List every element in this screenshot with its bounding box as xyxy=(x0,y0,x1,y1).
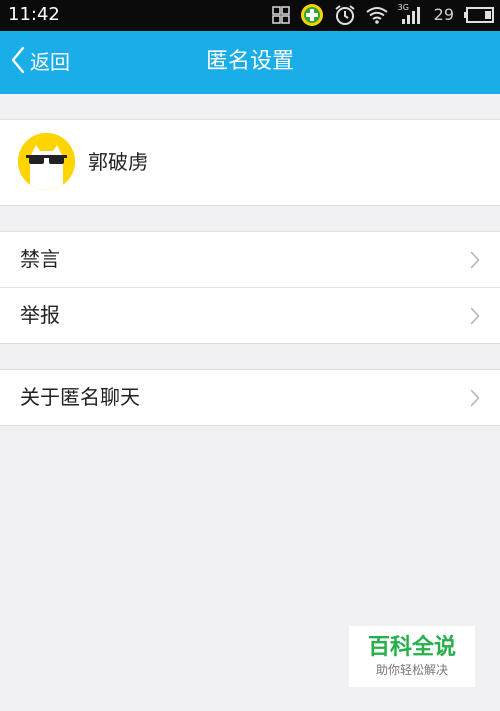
about-anonymous-chat-row[interactable]: 关于匿名聊天 xyxy=(0,370,500,425)
menu-group-moderation: 禁言 举报 xyxy=(0,231,500,344)
battery-level: 29 xyxy=(433,5,454,24)
watermark-subtitle: 助你轻松解决 xyxy=(375,663,448,677)
wifi-icon xyxy=(366,6,388,24)
report-label: 举报 xyxy=(20,303,60,327)
status-icons: 3G 29 xyxy=(271,3,494,27)
sunglasses-cat-avatar xyxy=(18,133,75,190)
profile-card: 郭破虏 xyxy=(0,119,500,206)
watermark-title: 百科全说 xyxy=(367,635,456,660)
chevron-right-icon xyxy=(470,251,480,269)
report-row[interactable]: 举报 xyxy=(0,288,500,343)
profile-name: 郭破虏 xyxy=(88,150,148,174)
about-anonymous-chat-label: 关于匿名聊天 xyxy=(20,385,140,409)
signal-icon: 3G xyxy=(398,3,424,25)
watermark: 百科全说 助你轻松解决 xyxy=(349,626,475,687)
status-time: 11:42 xyxy=(8,4,60,25)
avatar xyxy=(18,133,75,190)
mute-row[interactable]: 禁言 xyxy=(0,232,500,287)
chevron-right-icon xyxy=(470,389,480,407)
mute-label: 禁言 xyxy=(20,247,60,271)
screen-grid-icon xyxy=(271,6,290,24)
menu-group-about: 关于匿名聊天 xyxy=(0,369,500,426)
status-bar: 11:42 3G 29 xyxy=(0,0,500,31)
battery-icon xyxy=(464,7,494,23)
page-title: 匿名设置 xyxy=(205,49,294,74)
health-plus-icon xyxy=(300,3,324,27)
title-bar: 返回 匿名设置 xyxy=(0,31,500,94)
chevron-right-icon xyxy=(470,307,480,325)
alarm-icon xyxy=(334,4,356,26)
